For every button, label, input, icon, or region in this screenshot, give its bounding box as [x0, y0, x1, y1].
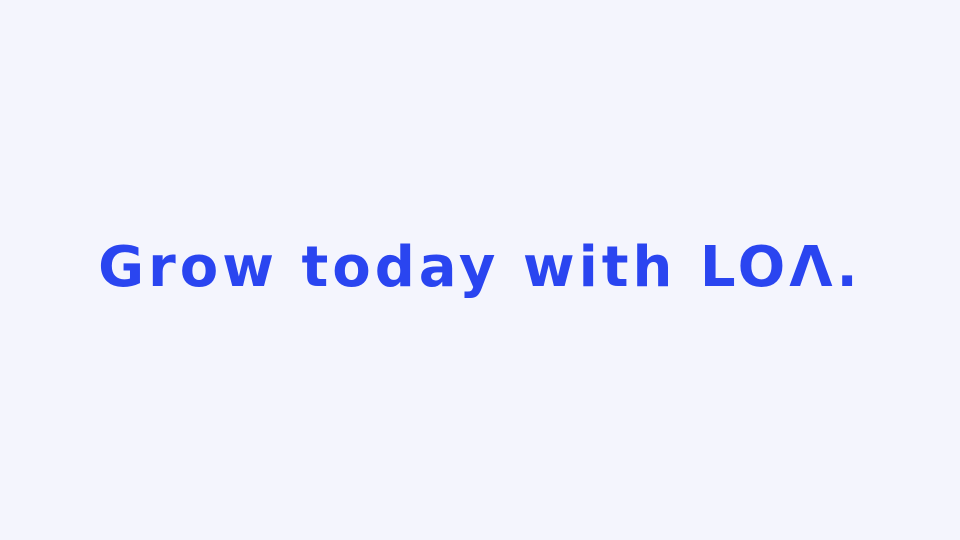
hero-section: Grow today with LOΛ. [0, 0, 960, 540]
hero-headline: Grow today with LOΛ. [98, 235, 862, 300]
